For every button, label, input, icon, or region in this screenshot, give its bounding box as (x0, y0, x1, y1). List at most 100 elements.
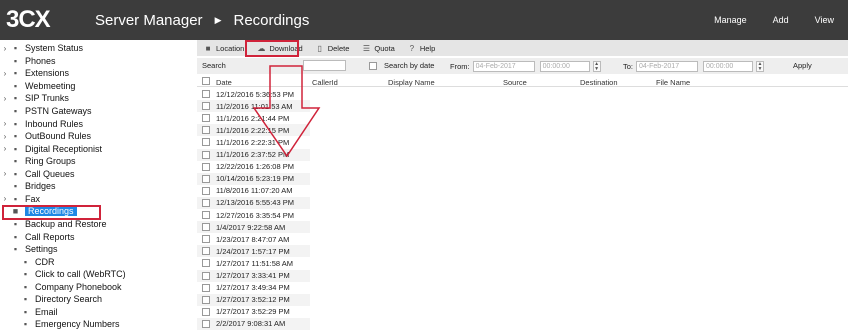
row-checkbox[interactable] (202, 150, 210, 159)
search-by-date-checkbox[interactable] (369, 61, 377, 70)
search-input[interactable] (303, 60, 346, 71)
table-row[interactable]: 11/1/2016 2:22:15 PM (197, 124, 310, 137)
table-row[interactable]: 12/27/2016 3:35:54 PM (197, 209, 310, 221)
sidebar-item-phones[interactable]: ▪ Phones (0, 55, 56, 68)
sidebar-item-fax[interactable]: › ▪ Fax (0, 193, 40, 206)
row-checkbox[interactable] (202, 162, 210, 171)
nav-add[interactable]: Add (773, 15, 789, 25)
row-checkbox[interactable] (202, 223, 210, 232)
table-row[interactable]: 12/12/2016 5:36:53 PM (197, 88, 310, 100)
sidebar-item-outbound-rules[interactable]: › ▪ OutBound Rules (0, 130, 91, 143)
col-display-name[interactable]: Display Name (388, 78, 435, 87)
row-checkbox[interactable] (202, 126, 210, 135)
col-date[interactable]: Date (216, 78, 232, 87)
sidebar-item-system-status[interactable]: › ▪ System Status (0, 42, 83, 55)
chevron-right-icon[interactable]: › (0, 194, 10, 203)
sidebar-item-settings[interactable]: ▪ Settings (0, 243, 58, 256)
sidebar-item-call-reports[interactable]: ▪ Call Reports (0, 230, 75, 243)
apply-button[interactable]: Apply (793, 61, 812, 70)
row-date: 11/1/2016 2:21:44 PM (216, 113, 290, 123)
sidebar-item-bridges[interactable]: ▪ Bridges (0, 180, 56, 193)
chevron-right-icon[interactable]: › (0, 144, 10, 153)
row-date: 11/8/2016 11:07:20 AM (216, 186, 293, 196)
sidebar-item-ring-groups[interactable]: ▪ Ring Groups (0, 155, 76, 168)
to-time-input[interactable]: 00:00:00 (703, 61, 754, 72)
table-row[interactable]: 1/27/2017 3:33:41 PM (197, 269, 310, 282)
row-date: 12/22/2016 1:26:08 PM (216, 162, 294, 172)
quota-button[interactable]: ☰ Quota (358, 41, 397, 55)
table-row[interactable]: 1/4/2017 9:22:58 AM (197, 221, 310, 234)
row-checkbox[interactable] (202, 186, 210, 195)
row-checkbox[interactable] (202, 247, 210, 256)
table-row[interactable]: 12/13/2016 5:55:43 PM (197, 196, 310, 209)
sidebar-item-cdr[interactable]: ▪ CDR (0, 255, 55, 268)
chevron-right-icon[interactable]: › (0, 69, 10, 78)
quota-label: Quota (374, 43, 395, 53)
col-destination[interactable]: Destination (580, 78, 618, 87)
col-source[interactable]: Source (503, 78, 527, 87)
delete-button[interactable]: ▯ Delete (312, 41, 353, 55)
table-row[interactable]: 11/2/2016 11:01:53 AM (197, 100, 310, 113)
table-row[interactable]: 11/1/2016 2:21:44 PM (197, 112, 310, 124)
sidebar-item-company-phonebook[interactable]: ▪ Company Phonebook (0, 280, 122, 293)
sidebar-item-pstn-gateways[interactable]: ▪ PSTN Gateways (0, 105, 92, 118)
chevron-right-icon[interactable]: › (0, 132, 10, 141)
row-checkbox[interactable] (202, 235, 210, 244)
chevron-right-icon[interactable]: › (0, 169, 10, 178)
table-row[interactable]: 1/27/2017 3:52:29 PM (197, 306, 310, 318)
row-checkbox[interactable] (202, 307, 210, 316)
row-checkbox[interactable] (202, 295, 210, 304)
row-checkbox[interactable] (202, 138, 210, 147)
table-row[interactable]: 11/8/2016 11:07:20 AM (197, 185, 310, 197)
from-date-input[interactable]: 04-Feb-2017 (472, 61, 535, 72)
col-file-name[interactable]: File Name (656, 78, 690, 87)
row-checkbox[interactable] (202, 198, 210, 207)
table-row[interactable]: 1/24/2017 1:57:17 PM (197, 245, 310, 258)
sidebar-item-digital-receptionist[interactable]: › ▪ Digital Receptionist (0, 142, 102, 155)
col-callerid[interactable]: CallerId (312, 78, 338, 87)
chevron-right-icon[interactable]: › (0, 94, 10, 103)
nav-view[interactable]: View (815, 15, 834, 25)
row-checkbox[interactable] (202, 90, 210, 99)
row-checkbox[interactable] (202, 271, 210, 280)
inbound-icon: ▪ (13, 118, 18, 129)
chevron-right-icon[interactable]: › (0, 44, 10, 53)
sidebar-item-directory-search[interactable]: ▪ Directory Search (0, 293, 102, 306)
table-row[interactable]: 10/14/2016 5:23:19 PM (197, 172, 310, 185)
row-checkbox[interactable] (202, 174, 210, 183)
row-checkbox[interactable] (202, 319, 210, 328)
row-checkbox[interactable] (202, 102, 210, 111)
sidebar-item-call-queues[interactable]: › ▪ Call Queues (0, 168, 75, 181)
sidebar-item-sip-trunks[interactable]: › ▪ SIP Trunks (0, 92, 69, 105)
select-all-checkbox[interactable] (202, 77, 210, 85)
row-checkbox[interactable] (202, 211, 210, 220)
table-row[interactable]: 1/23/2017 8:47:07 AM (197, 233, 310, 245)
row-date: 1/27/2017 11:51:58 AM (216, 258, 294, 268)
to-date-input[interactable]: 04-Feb-2017 (636, 61, 699, 72)
help-button[interactable]: ? Help (404, 41, 438, 55)
sidebar-item-extensions[interactable]: › ▪ Extensions (0, 67, 69, 80)
app-logo[interactable]: 3CX (6, 6, 51, 34)
table-row[interactable]: 1/27/2017 3:49:34 PM (197, 282, 310, 294)
location-button[interactable]: ■ Location (200, 41, 247, 55)
row-checkbox[interactable] (202, 259, 210, 268)
sidebar-item-webmeeting[interactable]: ▪ Webmeeting (0, 80, 75, 93)
nav-manage[interactable]: Manage (714, 15, 747, 25)
sidebar-item-emergency-numbers[interactable]: ▪ Emergency Numbers (0, 318, 120, 331)
sidebar-item-click-to-call-webrtc[interactable]: ▪ Click to call (WebRTC) (0, 268, 126, 281)
from-time-stepper[interactable]: ▲ ▼ (592, 61, 601, 72)
sidebar-item-email[interactable]: ▪ Email (0, 306, 58, 319)
table-row[interactable]: 1/27/2017 3:52:12 PM (197, 293, 310, 306)
chevron-right-icon[interactable]: › (0, 119, 10, 128)
row-checkbox[interactable] (202, 283, 210, 292)
table-row[interactable]: 1/27/2017 11:51:58 AM (197, 257, 310, 269)
table-row[interactable]: 11/1/2016 2:22:31 PM (197, 136, 310, 148)
table-row[interactable]: 2/2/2017 9:08:31 AM (197, 317, 310, 330)
row-checkbox[interactable] (202, 114, 210, 123)
from-time-input[interactable]: 00:00:00 (539, 61, 590, 72)
table-row[interactable]: 12/22/2016 1:26:08 PM (197, 161, 310, 173)
breadcrumb-app[interactable]: Server Manager (95, 12, 203, 29)
to-time-stepper[interactable]: ▲ ▼ (756, 61, 765, 72)
table-row[interactable]: 11/1/2016 2:37:52 PM (197, 148, 310, 161)
sidebar-item-inbound-rules[interactable]: › ▪ Inbound Rules (0, 117, 83, 130)
